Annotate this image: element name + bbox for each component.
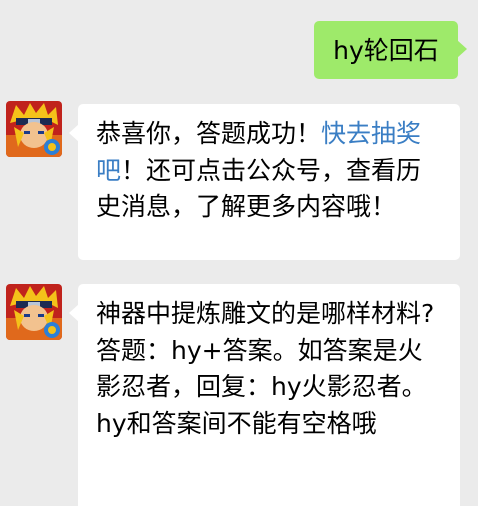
reply-text: ！还可点击公众号，查看历史消息，了解更多内容哦！ [96, 155, 422, 222]
quiz-instruction: 答题：hy+答案。如答案是火影忍者，回复：hy火影忍者。hy和答案间不能有空格哦 [96, 335, 427, 438]
outgoing-message-bubble[interactable]: hy轮回石 [314, 21, 467, 79]
quiz-question: 神器中提炼雕文的是哪样材料? [96, 299, 435, 328]
reply-text: 恭喜你，答题成功！ [96, 119, 322, 148]
naruto-game-avatar-icon [6, 101, 62, 157]
chat-screen: hy轮回石 恭喜你，答题成功！快去抽奖吧！还可点击公众号，查看历史消息，了解更多… [0, 0, 478, 506]
incoming-message-bubble[interactable]: 神器中提炼雕文的是哪样材料? 答题：hy+答案。如答案是火影忍者，回复：hy火影… [69, 284, 460, 506]
sender-avatar[interactable] [6, 284, 62, 340]
sender-avatar[interactable] [6, 101, 62, 157]
outgoing-message-text: hy轮回石 [333, 35, 439, 65]
naruto-game-avatar-icon [6, 284, 62, 340]
incoming-message-bubble[interactable]: 恭喜你，答题成功！快去抽奖吧！还可点击公众号，查看历史消息，了解更多内容哦！ [69, 104, 460, 260]
